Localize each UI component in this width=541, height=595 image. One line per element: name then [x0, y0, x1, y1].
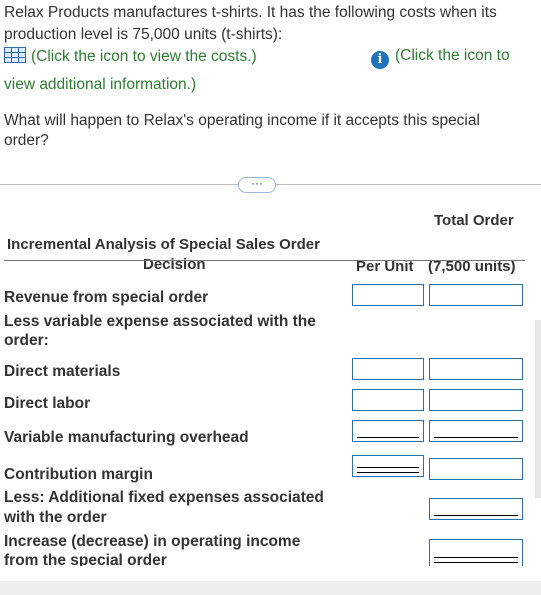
- row-less-variable-2: order:: [4, 332, 49, 349]
- row-variable-overhead: Variable manufacturing overhead: [4, 429, 249, 446]
- question-text: What will happen to Relax's operating in…: [4, 111, 524, 151]
- question-line-2: order?: [4, 132, 49, 149]
- revenue-total-input[interactable]: [429, 284, 523, 306]
- table-title-line-2: Decision: [143, 256, 206, 273]
- question-line-1: What will happen to Relax's operating in…: [4, 112, 480, 129]
- header-underline: [4, 260, 525, 261]
- row-direct-labor: Direct labor: [4, 395, 91, 412]
- increase-total-input[interactable]: [429, 539, 523, 566]
- contribution-margin-total-input[interactable]: [429, 458, 523, 480]
- costs-link-text[interactable]: (Click the icon to view the costs.): [31, 48, 257, 65]
- info-link-text-1[interactable]: (Click the icon to: [395, 47, 510, 64]
- header-total-order: Total Order: [434, 212, 514, 229]
- revenue-per-unit-input[interactable]: [352, 284, 424, 306]
- bottom-bar: [0, 581, 541, 595]
- intro-line-1: Relax Products manufactures t-shirts. It…: [4, 4, 497, 21]
- direct-materials-total-input[interactable]: [429, 358, 523, 380]
- intro-text: Relax Products manufactures t-shirts. It…: [4, 2, 529, 46]
- table-grid-icon[interactable]: [4, 47, 26, 63]
- intro-line-2: production level is 75,000 units (t-shir…: [4, 26, 283, 43]
- row-less-fixed-1: Less: Additional fixed expenses associat…: [4, 489, 324, 506]
- direct-labor-per-unit-input[interactable]: [352, 389, 424, 411]
- click-links-row: (Click the icon to view the costs.) i (Cl…: [4, 47, 524, 69]
- contribution-margin-per-unit-input[interactable]: [352, 455, 424, 477]
- variable-overhead-total-input[interactable]: [429, 420, 523, 442]
- row-contribution-margin: Contribution margin: [4, 466, 153, 483]
- row-direct-materials: Direct materials: [4, 363, 121, 380]
- fixed-expenses-total-input[interactable]: [429, 498, 523, 520]
- direct-materials-per-unit-input[interactable]: [352, 358, 424, 380]
- right-scrollbar[interactable]: [535, 320, 541, 498]
- direct-labor-total-input[interactable]: [429, 389, 523, 411]
- row-less-fixed-2: with the order: [4, 509, 107, 526]
- variable-overhead-per-unit-input[interactable]: [352, 420, 424, 442]
- table-title-line-1: Incremental Analysis of Special Sales Or…: [7, 236, 320, 253]
- row-increase-1: Increase (decrease) in operating income: [4, 533, 301, 550]
- costs-link[interactable]: (Click the icon to view the costs.): [4, 47, 257, 66]
- row-increase-2: from the special order: [4, 552, 167, 566]
- info-link[interactable]: i (Click the icon to: [371, 47, 510, 69]
- row-revenue: Revenue from special order: [4, 289, 209, 306]
- info-link-text-2[interactable]: view additional information.): [4, 76, 196, 94]
- row-less-variable-1: Less variable expense associated with th…: [4, 313, 316, 330]
- expand-button[interactable]: ···: [238, 177, 276, 193]
- content-area: Relax Products manufactures t-shirts. It…: [0, 0, 541, 566]
- info-icon[interactable]: i: [371, 51, 389, 69]
